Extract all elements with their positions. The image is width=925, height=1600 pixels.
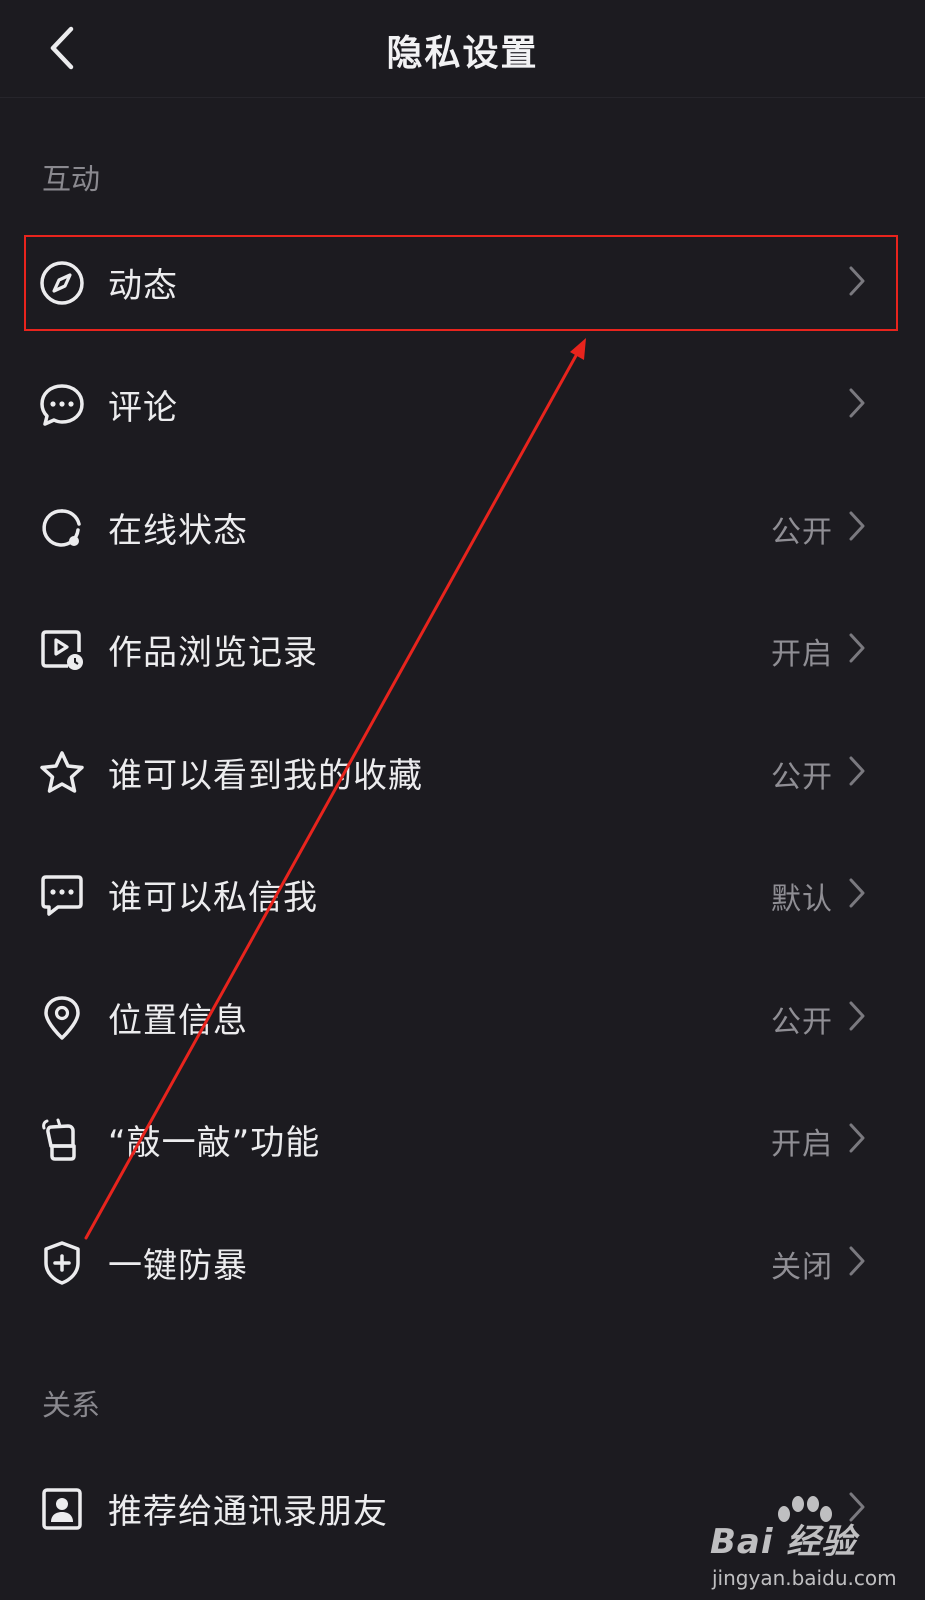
setting-label: 在线状态 (108, 511, 248, 551)
chevron-right-icon (845, 1121, 869, 1155)
chevron-right-icon (845, 631, 869, 665)
top-bar: 隐私设置 (0, 0, 925, 98)
setting-label: 动态 (108, 266, 178, 306)
chevron-right-icon (845, 264, 869, 298)
setting-label: 推荐给通讯录朋友 (108, 1492, 388, 1532)
setting-row-location[interactable]: 位置信息 公开 (0, 955, 925, 1077)
setting-row-moments[interactable]: 动态 (0, 220, 925, 342)
setting-label: 谁可以看到我的收藏 (108, 756, 423, 796)
message-icon (38, 871, 86, 919)
setting-label: 谁可以私信我 (108, 878, 318, 918)
online-status-icon (38, 504, 86, 552)
chevron-right-icon (845, 509, 869, 543)
setting-label: 位置信息 (108, 1001, 248, 1041)
watermark-url: jingyan.baidu.com (712, 1566, 897, 1590)
star-icon (38, 749, 86, 797)
chevron-right-icon (845, 754, 869, 788)
chat-bubble-icon (38, 381, 86, 429)
setting-row-anti-harassment[interactable]: 一键防暴 关闭 (0, 1200, 925, 1322)
chevron-right-icon (845, 386, 869, 420)
section-label-interaction: 互动 (42, 162, 101, 196)
watermark-brand: Bai 经验 (710, 1522, 857, 1562)
setting-value: 公开 (771, 760, 833, 795)
setting-value: 公开 (771, 1005, 833, 1040)
setting-value: 默认 (771, 882, 833, 917)
setting-value: 关闭 (771, 1250, 833, 1285)
setting-value: 开启 (771, 637, 833, 672)
setting-row-online-status[interactable]: 在线状态 公开 (0, 465, 925, 587)
shield-plus-icon (38, 1239, 86, 1287)
setting-label: 评论 (108, 388, 178, 428)
setting-label: “敲一敲”功能 (108, 1123, 321, 1163)
location-pin-icon (38, 994, 86, 1042)
setting-value: 公开 (771, 515, 833, 550)
setting-label: 作品浏览记录 (108, 633, 318, 673)
compass-icon (38, 259, 86, 307)
contact-card-icon (38, 1485, 86, 1533)
knock-hand-icon (38, 1116, 86, 1164)
baidu-jingyan-watermark: Bai 经验 jingyan.baidu.com (710, 1496, 910, 1594)
setting-row-comments[interactable]: 评论 (0, 342, 925, 464)
setting-row-view-history[interactable]: 作品浏览记录 开启 (0, 587, 925, 709)
privacy-settings-screen: 隐私设置 互动 动态 评论 在线状态 公开 作品浏览记录 开启 谁可以看到我的收… (0, 0, 925, 1600)
video-history-icon (38, 626, 86, 674)
chevron-right-icon (845, 876, 869, 910)
setting-row-favorites-visibility[interactable]: 谁可以看到我的收藏 公开 (0, 710, 925, 832)
page-title: 隐私设置 (386, 33, 539, 74)
setting-row-direct-messages[interactable]: 谁可以私信我 默认 (0, 832, 925, 954)
setting-row-knock[interactable]: “敲一敲”功能 开启 (0, 1077, 925, 1199)
chevron-right-icon (845, 999, 869, 1033)
section-label-relations: 关系 (42, 1388, 101, 1422)
setting-value: 开启 (771, 1127, 833, 1162)
setting-label: 一键防暴 (108, 1246, 248, 1286)
chevron-right-icon (845, 1244, 869, 1278)
